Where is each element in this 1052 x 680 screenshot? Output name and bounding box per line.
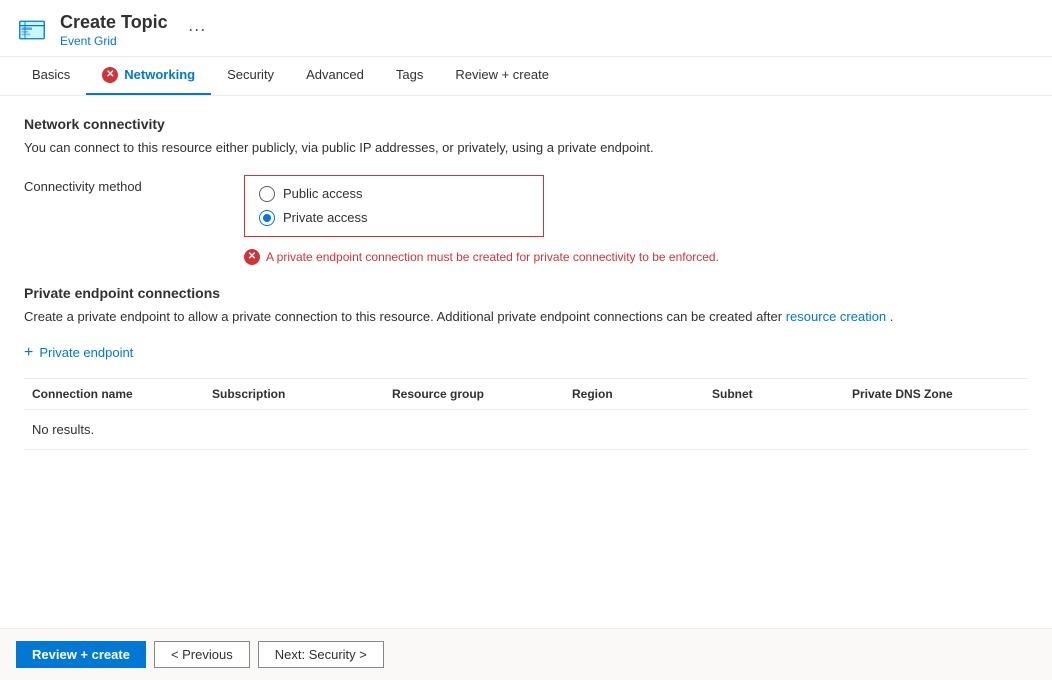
add-icon: + [24,344,33,362]
public-access-label: Public access [283,186,362,201]
add-endpoint-label: Private endpoint [39,345,133,360]
networking-error-icon: ✕ [102,67,118,83]
add-private-endpoint-link[interactable]: + Private endpoint [24,344,1028,362]
network-connectivity-description: You can connect to this resource either … [24,140,1028,155]
tab-tags[interactable]: Tags [380,57,439,94]
page-header: Create Topic Event Grid ··· [0,0,1052,57]
connectivity-method-row: Connectivity method Public access Privat… [24,175,1028,237]
header-text-group: Create Topic Event Grid [60,12,168,48]
private-access-option[interactable]: Private access [259,210,529,226]
endpoints-table: Connection name Subscription Resource gr… [24,378,1028,450]
col-subscription: Subscription [204,387,384,401]
connectivity-options-box: Public access Private access [244,175,544,237]
connectivity-method-control: Public access Private access [244,175,1028,237]
tab-networking[interactable]: ✕ Networking [86,57,211,95]
table-header-row: Connection name Subscription Resource gr… [24,379,1028,410]
main-content: Network connectivity You can connect to … [0,96,1052,628]
col-subnet: Subnet [704,387,844,401]
col-connection-name: Connection name [24,387,204,401]
connectivity-error-message: ✕ A private endpoint connection must be … [244,249,1028,265]
connectivity-method-label: Connectivity method [24,175,224,194]
tab-advanced[interactable]: Advanced [290,57,380,94]
private-access-radio[interactable] [259,210,275,226]
tab-security[interactable]: Security [211,57,290,94]
tab-bar: Basics ✕ Networking Security Advanced Ta… [0,57,1052,96]
public-access-option[interactable]: Public access [259,186,529,202]
no-results-text: No results. [24,410,1028,450]
tab-review-create[interactable]: Review + create [439,57,565,94]
next-security-button[interactable]: Next: Security > [258,641,384,668]
page-icon [16,14,48,46]
pe-desc-part2: . [890,309,894,324]
col-region: Region [564,387,704,401]
error-text: A private endpoint connection must be cr… [266,250,719,264]
review-create-button[interactable]: Review + create [16,641,146,668]
tab-basics[interactable]: Basics [16,57,86,94]
more-options-icon[interactable]: ··· [188,19,206,40]
error-icon: ✕ [244,249,260,265]
page-title: Create Topic [60,12,168,34]
page-subtitle: Event Grid [60,34,168,48]
footer-actions: Review + create < Previous Next: Securit… [0,628,1052,680]
col-resource-group: Resource group [384,387,564,401]
private-endpoint-description: Create a private endpoint to allow a pri… [24,309,1028,324]
public-access-radio[interactable] [259,186,275,202]
resource-creation-link[interactable]: resource creation [786,309,886,324]
private-endpoint-section: Private endpoint connections Create a pr… [24,285,1028,450]
pe-desc-part1: Create a private endpoint to allow a pri… [24,309,782,324]
previous-button[interactable]: < Previous [154,641,250,668]
private-endpoint-title: Private endpoint connections [24,285,1028,301]
private-access-label: Private access [283,210,368,225]
network-connectivity-title: Network connectivity [24,116,1028,132]
col-dns-zone: Private DNS Zone [844,387,1028,401]
